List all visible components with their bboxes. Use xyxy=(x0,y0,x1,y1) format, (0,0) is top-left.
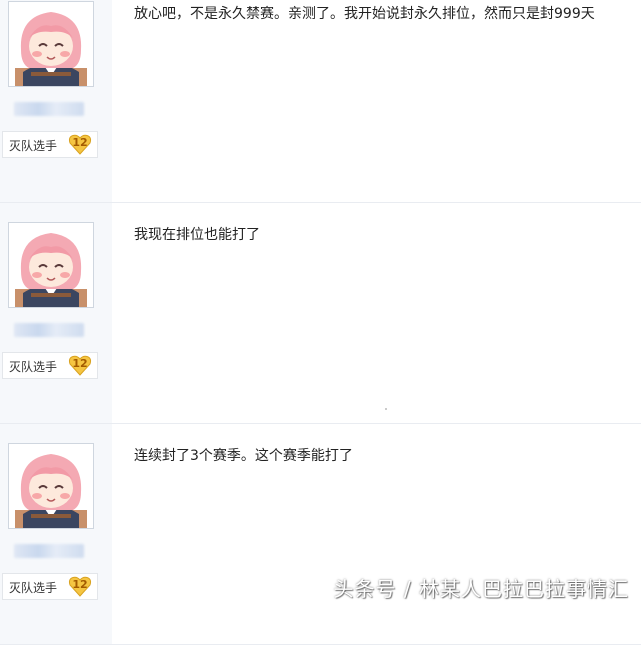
user-sidebar: 灭队选手 12 xyxy=(0,203,112,423)
post-content: 放心吧，不是永久禁赛。亲测了。我开始说封永久排位，然而只是封999天 xyxy=(134,6,595,22)
post-content: 连续封了3个赛季。这个赛季能打了 xyxy=(134,448,353,464)
badge-title: 灭队选手 xyxy=(9,581,58,595)
user-sidebar: 灭队选手 12 xyxy=(0,0,112,202)
badge-title: 灭队选手 xyxy=(9,360,58,374)
user-avatar[interactable] xyxy=(8,222,94,308)
level-number: 12 xyxy=(72,136,88,149)
username-blurred[interactable] xyxy=(14,323,84,337)
user-avatar[interactable] xyxy=(8,1,94,87)
anime-girl-avatar-icon xyxy=(9,444,93,528)
reply-post: 灭队选手 12 我现在排位也能打了 xyxy=(0,203,641,424)
username-blurred[interactable] xyxy=(14,102,84,116)
anime-girl-avatar-icon xyxy=(9,2,93,86)
user-avatar[interactable] xyxy=(8,443,94,529)
level-number: 12 xyxy=(72,357,88,370)
user-sidebar: 灭队选手 12 xyxy=(0,424,112,644)
member-badge[interactable]: 灭队选手 12 xyxy=(2,131,98,158)
watermark-text: 头条号 / 林某人巴拉巴拉事情汇 xyxy=(333,577,629,601)
username-blurred[interactable] xyxy=(14,544,84,558)
anime-girl-avatar-icon xyxy=(9,223,93,307)
reply-post: 灭队选手 12 连续封了3个赛季。这个赛季能打了 xyxy=(0,424,641,645)
heart-level-icon: 12 xyxy=(68,134,92,155)
reply-post: 灭队选手 12 放心吧，不是永久禁赛。亲测了。我开始说封永久排位，然而只是封99… xyxy=(0,0,641,203)
heart-level-icon: 12 xyxy=(68,355,92,376)
member-badge[interactable]: 灭队选手 12 xyxy=(2,573,98,600)
post-content: 我现在排位也能打了 xyxy=(134,227,260,243)
decorative-dot xyxy=(385,408,387,410)
member-badge[interactable]: 灭队选手 12 xyxy=(2,352,98,379)
level-number: 12 xyxy=(72,578,88,591)
badge-title: 灭队选手 xyxy=(9,139,58,153)
heart-level-icon: 12 xyxy=(68,576,92,597)
